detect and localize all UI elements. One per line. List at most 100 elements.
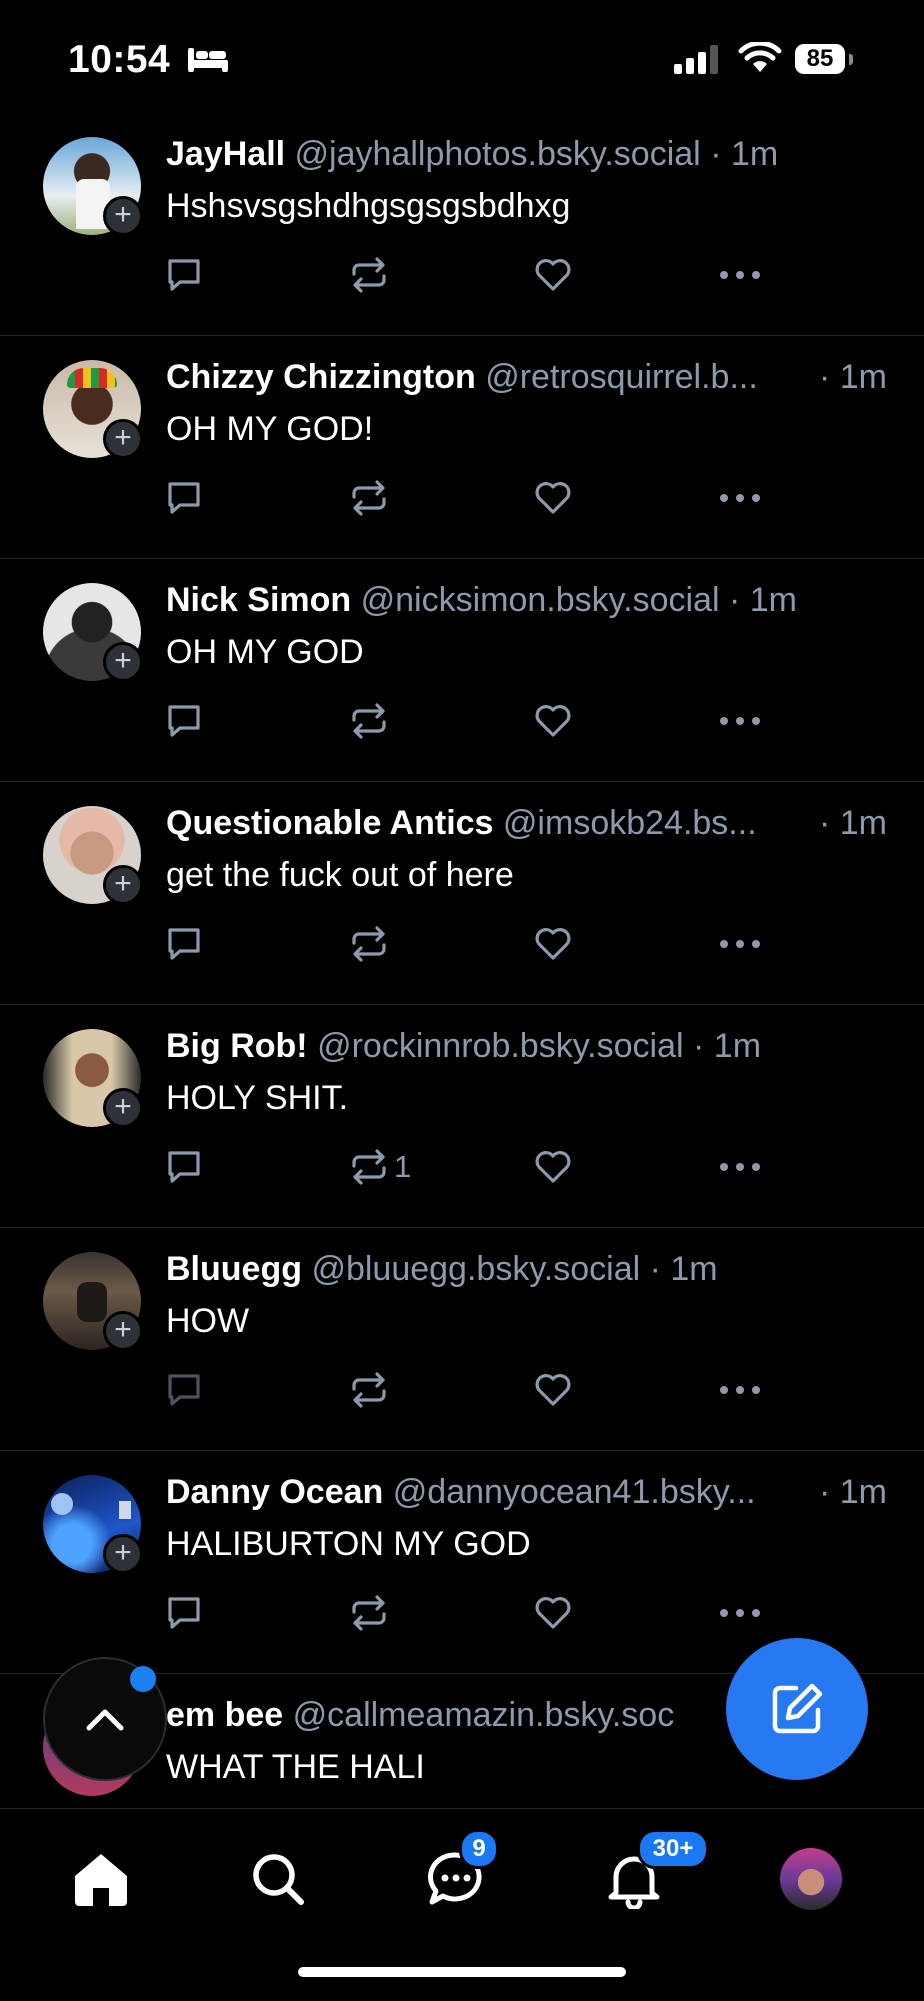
post-actions [166, 255, 776, 295]
heart-icon [535, 482, 571, 514]
more-button[interactable] [718, 924, 762, 964]
follow-plus-icon[interactable]: + [103, 1088, 143, 1128]
reply-icon [168, 482, 200, 514]
follow-plus-icon[interactable]: + [103, 419, 143, 459]
follow-plus-icon[interactable]: + [103, 1311, 143, 1351]
author-handle[interactable]: @bluuegg.bsky.social [311, 1250, 640, 1288]
reply-button[interactable] [166, 701, 202, 741]
author-handle[interactable]: @callmeamazin.bsky.soc [293, 1696, 675, 1734]
more-button[interactable] [718, 1147, 762, 1187]
post-actions [166, 701, 776, 741]
new-posts-dot [130, 1666, 156, 1692]
repost-button[interactable] [350, 478, 394, 518]
feed-post[interactable]: + Nick Simon @nicksimon.bsky.social · 1m… [0, 559, 924, 782]
repost-button[interactable] [350, 924, 394, 964]
post-header: Questionable Antics @imsokb24.bs... [166, 804, 896, 843]
reply-icon [168, 705, 200, 737]
like-button[interactable] [534, 701, 572, 741]
author-name[interactable]: Questionable Antics [166, 804, 493, 842]
heart-icon [535, 1597, 571, 1629]
heart-icon [535, 705, 571, 737]
author-name[interactable]: Big Rob! [166, 1027, 308, 1065]
heart-icon [535, 259, 571, 291]
repost-icon [352, 1372, 386, 1408]
post-time: 1m [670, 1250, 718, 1288]
author-name[interactable]: em bee [166, 1696, 283, 1734]
tab-profile[interactable] [771, 1839, 851, 1919]
author-name[interactable]: Bluuegg [166, 1250, 302, 1288]
repost-button[interactable]: 1 [350, 1147, 411, 1187]
reply-button[interactable] [166, 1147, 202, 1187]
post-header: Bluuegg @bluuegg.bsky.social · 1m [166, 1250, 896, 1289]
follow-plus-icon[interactable]: + [103, 1534, 143, 1574]
post-time: · 1m [819, 358, 887, 396]
repost-button[interactable] [350, 255, 394, 295]
post-actions [166, 1593, 776, 1633]
feed-post[interactable]: + Questionable Antics @imsokb24.bs... · … [0, 782, 924, 1005]
like-button[interactable] [534, 1593, 572, 1633]
repost-icon [352, 1149, 386, 1185]
heart-icon [535, 1374, 571, 1406]
reply-button[interactable] [166, 255, 202, 295]
author-handle[interactable]: @retrosquirrel.b... [485, 358, 758, 396]
feed-post[interactable]: + JayHall @jayhallphotos.bsky.social · 1… [0, 113, 924, 336]
post-time: 1m [713, 1027, 762, 1065]
wifi-icon [738, 42, 782, 72]
reply-button[interactable] [166, 1370, 202, 1410]
feed-post[interactable]: + Big Rob! @rockinnrob.bsky.social · 1m … [0, 1005, 924, 1228]
author-handle[interactable]: @rockinnrob.bsky.social [317, 1027, 683, 1065]
more-button[interactable] [718, 478, 762, 518]
post-header: JayHall @jayhallphotos.bsky.social · 1m [166, 135, 896, 174]
more-icon [720, 271, 760, 279]
like-button[interactable] [534, 924, 572, 964]
author-handle[interactable]: @jayhallphotos.bsky.social [295, 135, 701, 173]
compose-button[interactable] [726, 1638, 868, 1780]
more-button[interactable] [718, 701, 762, 741]
like-button[interactable] [534, 1370, 572, 1410]
heart-icon [535, 1151, 571, 1183]
reply-button[interactable] [166, 478, 202, 518]
post-text: HOLY SHIT. [166, 1079, 349, 1117]
home-icon [75, 1854, 127, 1906]
post-actions: 1 [166, 1147, 776, 1187]
separator: · [700, 135, 731, 173]
repost-count: 1 [394, 1149, 412, 1184]
feed-post[interactable]: + Chizzy Chizzington @retrosquirrel.b...… [0, 336, 924, 559]
more-icon [720, 1163, 760, 1171]
feed: + JayHall @jayhallphotos.bsky.social · 1… [0, 113, 924, 1824]
feed-post[interactable]: + Bluuegg @bluuegg.bsky.social · 1m HOW [0, 1228, 924, 1451]
tab-search[interactable] [238, 1839, 318, 1919]
more-button[interactable] [718, 1593, 762, 1633]
more-icon [720, 717, 760, 725]
reply-button[interactable] [166, 1593, 202, 1633]
author-name[interactable]: Nick Simon [166, 581, 351, 619]
repost-button[interactable] [350, 1593, 394, 1633]
reply-icon [168, 1151, 200, 1183]
like-button[interactable] [534, 255, 572, 295]
follow-plus-icon[interactable]: + [103, 865, 143, 905]
follow-plus-icon[interactable]: + [103, 642, 143, 682]
repost-icon [352, 926, 386, 962]
more-button[interactable] [718, 1370, 762, 1410]
post-text: HOW [166, 1302, 250, 1340]
author-handle[interactable]: @nicksimon.bsky.social [361, 581, 720, 619]
author-name[interactable]: Danny Ocean [166, 1473, 383, 1511]
follow-plus-icon[interactable]: + [103, 196, 143, 236]
like-button[interactable] [534, 1147, 572, 1187]
more-button[interactable] [718, 255, 762, 295]
notifications-badge: 30+ [637, 1829, 709, 1869]
author-name[interactable]: Chizzy Chizzington [166, 358, 476, 396]
repost-icon [352, 703, 386, 739]
author-handle[interactable]: @dannyocean41.bsky... [393, 1473, 756, 1511]
like-button[interactable] [534, 478, 572, 518]
post-time: · 1m [819, 1473, 887, 1511]
signal-icon [674, 45, 718, 74]
author-handle[interactable]: @imsokb24.bs... [503, 804, 757, 842]
post-actions [166, 924, 776, 964]
repost-button[interactable] [350, 701, 394, 741]
reply-button[interactable] [166, 924, 202, 964]
repost-button[interactable] [350, 1370, 394, 1410]
tab-home[interactable] [61, 1839, 141, 1919]
author-name[interactable]: JayHall [166, 135, 285, 173]
compose-icon [772, 1683, 823, 1734]
